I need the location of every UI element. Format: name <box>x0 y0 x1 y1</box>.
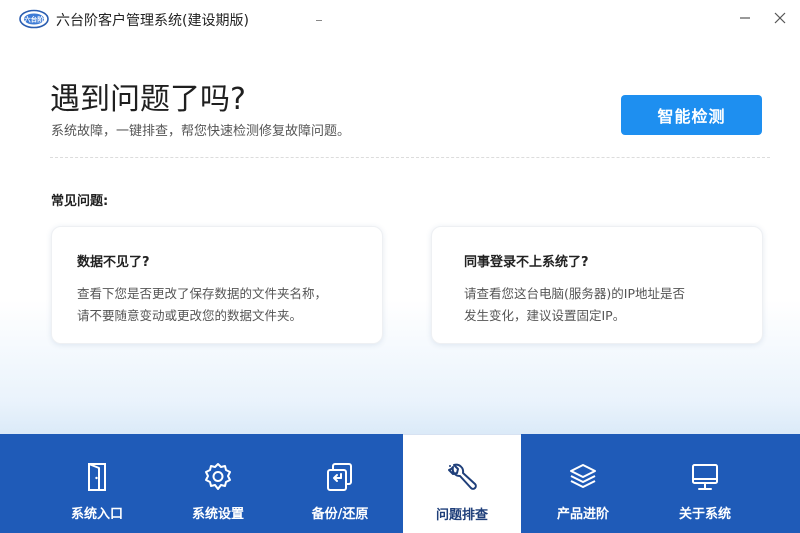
faq-card-text: 请查看您这台电脑(服务器)的IP地址是否 发生变化，建议设置固定IP。 <box>464 283 685 327</box>
faq-card-login-failure: 同事登录不上系统了? 请查看您这台电脑(服务器)的IP地址是否 发生变化，建议设… <box>431 226 763 344</box>
smart-detect-button[interactable]: 智能检测 <box>621 95 762 135</box>
close-icon[interactable] <box>770 8 790 28</box>
faq-card-missing-data: 数据不见了? 查看下您是否更改了保存数据的文件夹名称， 请不要随意变动或更改您的… <box>51 226 383 344</box>
page-subtitle: 系统故障，一键排查，帮您快速检测修复故障问题。 <box>51 124 351 139</box>
faq-card-line: 请查看您这台电脑(服务器)的IP地址是否 <box>464 286 685 301</box>
wrench-icon <box>448 463 477 490</box>
nav-item-label: 系统入口 <box>70 507 123 522</box>
app-logo-icon: 六台阶 <box>19 9 49 29</box>
bottom-nav: 系统入口 系统设置 备份/还原 问题排查 产品进阶 关于系统 <box>0 434 800 533</box>
door-icon <box>88 463 106 491</box>
gear-icon <box>205 463 231 490</box>
nav-item-product-upgrade[interactable]: 产品进阶 <box>524 434 642 533</box>
title-bar-mark <box>316 20 322 21</box>
backup-restore-icon <box>327 463 352 491</box>
faq-heading: 常见问题: <box>51 194 109 209</box>
monitor-icon <box>692 464 718 490</box>
faq-card-line: 发生变化，建议设置固定IP。 <box>464 308 626 323</box>
nav-item-troubleshoot[interactable]: 问题排查 <box>403 434 521 533</box>
svg-text:六台阶: 六台阶 <box>24 15 44 24</box>
faq-card-title: 数据不见了? <box>77 255 150 270</box>
faq-card-line: 请不要随意变动或更改您的数据文件夹。 <box>77 308 303 323</box>
nav-item-label: 关于系统 <box>678 507 731 522</box>
nav-item-label: 产品进阶 <box>556 507 609 522</box>
minimize-icon[interactable] <box>735 8 755 28</box>
divider <box>50 157 770 158</box>
nav-item-label: 系统设置 <box>191 507 244 522</box>
nav-item-about-system[interactable]: 关于系统 <box>646 434 764 533</box>
faq-card-line: 查看下您是否更改了保存数据的文件夹名称， <box>77 286 328 301</box>
nav-item-backup-restore[interactable]: 备份/还原 <box>281 434 399 533</box>
nav-item-system-entry[interactable]: 系统入口 <box>38 434 156 533</box>
layers-icon <box>570 464 596 488</box>
nav-item-label: 备份/还原 <box>311 507 369 522</box>
faq-card-text: 查看下您是否更改了保存数据的文件夹名称， 请不要随意变动或更改您的数据文件夹。 <box>77 283 327 327</box>
faq-card-title: 同事登录不上系统了? <box>464 255 589 270</box>
page-title: 遇到问题了吗? <box>50 82 246 117</box>
window-title: 六台阶客户管理系统(建设期版) <box>56 13 249 29</box>
nav-item-label: 问题排查 <box>435 508 488 523</box>
nav-item-system-settings[interactable]: 系统设置 <box>159 434 277 533</box>
title-bar: 六台阶 六台阶客户管理系统(建设期版) <box>0 0 800 38</box>
